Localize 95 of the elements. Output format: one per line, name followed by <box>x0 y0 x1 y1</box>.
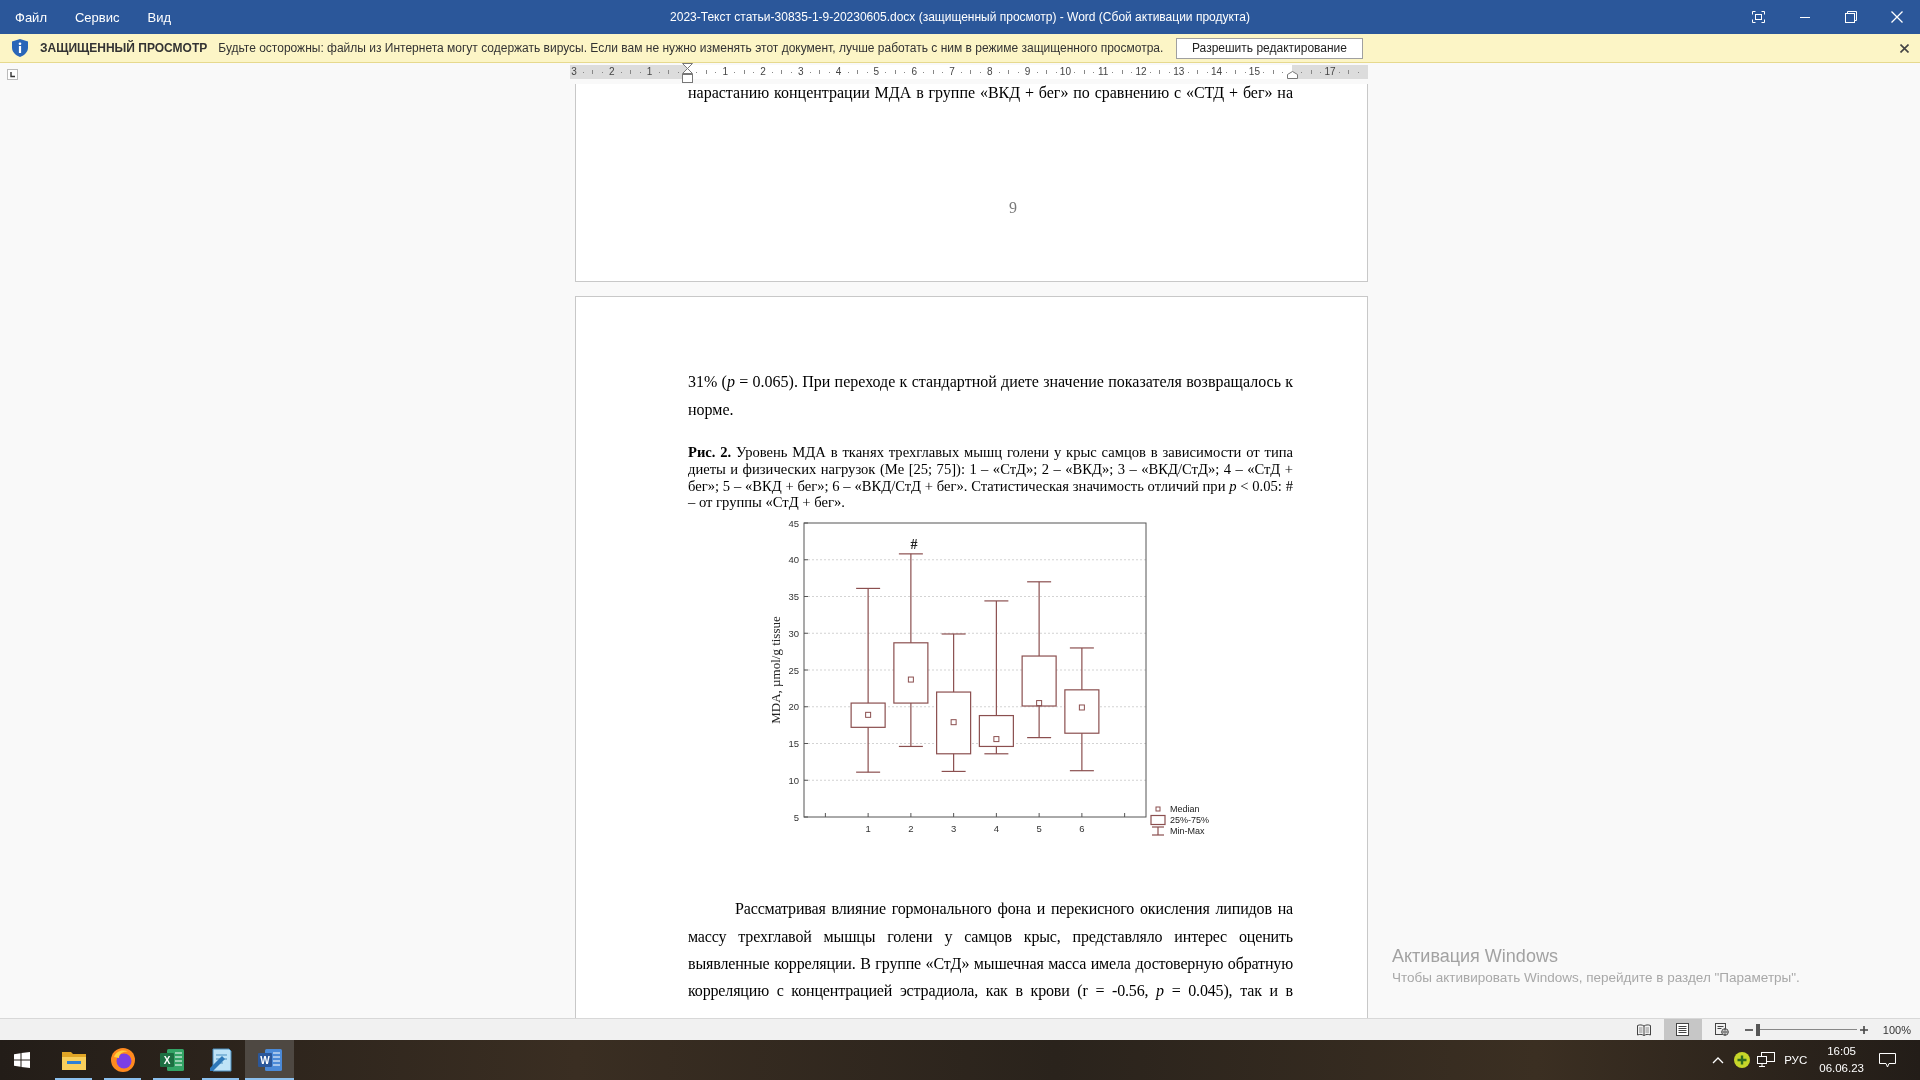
median-marker <box>1035 700 1042 707</box>
ruler-number: 3 <box>571 67 577 77</box>
paragraph-text: 31% (p = 0.065). При переходе к стандартной диете значение показателя возвращалось к норме. <box>688 372 1293 421</box>
ruler-number: 2 <box>609 67 615 77</box>
taskbar-app-button[interactable]: W <box>245 1040 294 1080</box>
ruler-number: 8 <box>987 67 993 77</box>
paragraph-text: Рассматривая влияние гормонального фона и перекисного окисления липидов на массу трехглавой мышцы голени у самцов крыс, представляло интерес оценить выявленные корреляции. В группе «СтД» мышечная масса имела достоверную обратную корреляцию с концентрацией эстрадиола, как в крови (r = -0.56, p = 0.045), так и в <box>688 899 1293 1002</box>
y-tick-label: 35 <box>787 591 799 603</box>
ruler-number: 1 <box>646 67 653 77</box>
web-page-icon <box>1714 1023 1729 1036</box>
book-icon <box>1636 1023 1651 1036</box>
ruler-number: 11 <box>1098 67 1109 77</box>
legend-label: 25%-75% <box>1169 815 1209 826</box>
start-icon[interactable] <box>14 1052 30 1068</box>
protected-view-message: Будьте осторожны: файлы из Интернета могут содержать вирусы. Если вам не нужно изменять этот документ, лучше работать с ним в режиме защищенного просмотра. <box>218 41 1164 55</box>
window-title: 2023-Текст статьи-30835-1-9-20230605.docx (защищенный просмотр) - Word (Сбой активации продукта) <box>670 10 1250 24</box>
clock-time[interactable]: 16:05 <box>1827 1043 1856 1060</box>
indent-marker-icon[interactable] <box>681 63 693 84</box>
iqr-box <box>1021 655 1057 707</box>
ruler-number: 1 <box>722 67 728 77</box>
ruler-number: 6 <box>911 67 917 77</box>
zoom-level[interactable]: 100% <box>1882 1023 1911 1036</box>
ruler-number: 15 <box>1248 67 1260 77</box>
significance-mark: # <box>909 537 917 553</box>
median-marker <box>950 719 957 726</box>
y-tick-label: 45 <box>787 517 799 529</box>
median-marker <box>992 736 999 743</box>
input-language[interactable]: РУС <box>1784 1054 1808 1066</box>
legend-label: Min-Max <box>1169 826 1204 837</box>
page-number: 9 <box>1008 198 1018 218</box>
paragraph-text: нарастанию концентрации МДА в группе «ВКД + бег» по сравнению с «СТД + бег» на <box>688 84 1293 102</box>
box-legend-icon <box>1149 815 1166 826</box>
ruler-number: 2 <box>760 67 766 77</box>
close-icon[interactable] <box>1900 43 1909 53</box>
iqr-box <box>1063 689 1099 734</box>
whisker-legend-icon <box>1150 826 1165 836</box>
full-screen-icon[interactable] <box>1752 11 1765 23</box>
y-tick-label: 30 <box>787 627 799 639</box>
zoom-in-icon[interactable] <box>1859 1025 1868 1034</box>
tab-stop-icon[interactable] <box>7 69 18 80</box>
iqr-box <box>978 715 1014 748</box>
ruler-number: 17 <box>1324 67 1336 77</box>
x-tick-label: 3 <box>950 823 956 835</box>
y-tick-label: 15 <box>787 738 799 750</box>
zoom-slider-thumb[interactable] <box>1755 1023 1760 1036</box>
ruler-number: 5 <box>873 67 880 77</box>
page-icon <box>1676 1023 1690 1036</box>
figure-caption: Рис. 2. Уровень МДА в тканях трехглавых мышц голени у крыс самцов в зависимости от типа диеты и физических нагрузок (Me [25; 75]): 1 – «СтД»; 2 – «ВКД»; 3 – «ВКД/СтД»; 4 – «СтД + бег»; 5 – «ВКД + бег»; 6 – «ВКД/СтД + бег». Статистическая значимость отличий при p < 0.05: # – от группы «СтД + бег». <box>688 444 1293 512</box>
menu-item[interactable]: Вид <box>147 9 172 25</box>
x-tick-label: 2 <box>907 823 913 835</box>
menu-item[interactable]: Файл <box>15 9 47 25</box>
median-legend-icon <box>1155 806 1160 812</box>
print-layout-button[interactable] <box>1663 1019 1702 1040</box>
notification-icon[interactable] <box>1879 1052 1896 1068</box>
ruler-number: 14 <box>1211 67 1223 77</box>
taskbar-app-button[interactable]: X <box>147 1040 196 1080</box>
ruler-number: 12 <box>1135 67 1147 77</box>
info-shield-icon <box>12 39 28 57</box>
chevron-up-icon[interactable] <box>1712 1056 1725 1064</box>
iqr-box <box>850 702 886 729</box>
menu-item[interactable]: Сервис <box>74 9 120 25</box>
ruler-number: 7 <box>949 67 955 77</box>
median-marker <box>864 712 871 718</box>
y-tick-label: 40 <box>787 554 799 566</box>
enable-editing-button[interactable]: Разрешить редактирование <box>1176 37 1363 59</box>
x-tick-label: 1 <box>865 823 871 835</box>
folder-icon <box>61 1050 86 1070</box>
y-tick-label: 20 <box>787 701 799 713</box>
network-icon[interactable] <box>1757 1052 1776 1068</box>
restore-icon[interactable] <box>1845 11 1857 23</box>
x-tick-label: 4 <box>993 823 999 835</box>
browser-icon <box>110 1048 135 1072</box>
median-marker <box>907 676 914 683</box>
notepad-icon <box>209 1048 232 1072</box>
ruler-number: 9 <box>1024 67 1031 77</box>
circle-plus-icon[interactable] <box>1734 1052 1751 1068</box>
ruler-number: 4 <box>835 67 842 77</box>
ruler-number: 3 <box>798 67 804 77</box>
x-tick-label: 6 <box>1078 823 1084 835</box>
activation-title: Активация Windows <box>1392 946 1559 967</box>
activation-message: Чтобы активировать Windows, перейдите в раздел "Параметры". <box>1392 970 1800 985</box>
iqr-box <box>892 642 928 704</box>
x-tick-label: 5 <box>1036 823 1042 835</box>
protected-view-label: ЗАЩИЩЕННЫЙ ПРОСМОТР <box>40 41 208 55</box>
clock-date[interactable]: 06.06.23 <box>1819 1060 1864 1077</box>
ruler-number: 13 <box>1173 67 1185 77</box>
iqr-box <box>935 691 971 755</box>
y-tick-label: 25 <box>787 664 799 676</box>
y-tick-label: 5 <box>793 811 799 823</box>
ruler-number: 10 <box>1059 67 1071 77</box>
y-tick-label: 10 <box>787 774 799 786</box>
right-indent-marker-icon[interactable] <box>1286 71 1298 79</box>
y-axis-title: MDA, µmol/g tissue <box>767 616 782 724</box>
legend-label: Median <box>1169 804 1200 815</box>
median-marker <box>1078 704 1085 711</box>
